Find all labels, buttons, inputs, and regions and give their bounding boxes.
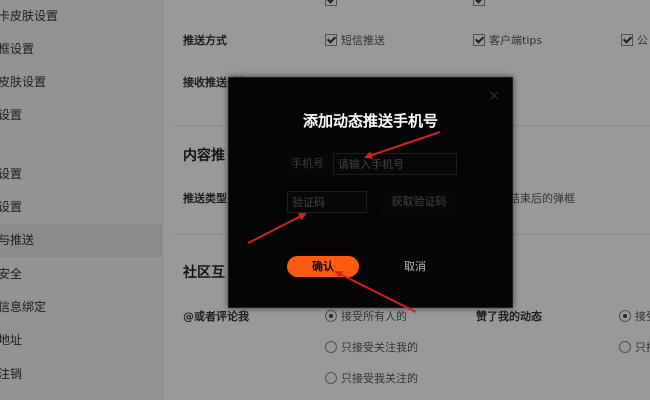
dialog-title: 添加动态推送手机号 bbox=[302, 112, 438, 130]
get-code-button[interactable]: 获取验证码 bbox=[381, 191, 457, 213]
phone-input[interactable]: 请输入手机号 bbox=[333, 153, 457, 175]
close-icon[interactable]: × bbox=[488, 88, 500, 104]
add-phone-dialog: × 添加动态推送手机号 手机号 请输入手机号 验证码 获取验证码 确认 取消 bbox=[228, 77, 513, 308]
code-input[interactable]: 验证码 bbox=[287, 191, 367, 213]
phone-label: 手机号 bbox=[291, 157, 324, 170]
cancel-button[interactable]: 取消 bbox=[379, 256, 451, 277]
confirm-button[interactable]: 确认 bbox=[287, 256, 359, 277]
settings-window: 卡皮肤设置 框设置 皮肤设置 设置 设置 设置 与推送 安全 信息绑定 地址 注… bbox=[0, 0, 650, 400]
